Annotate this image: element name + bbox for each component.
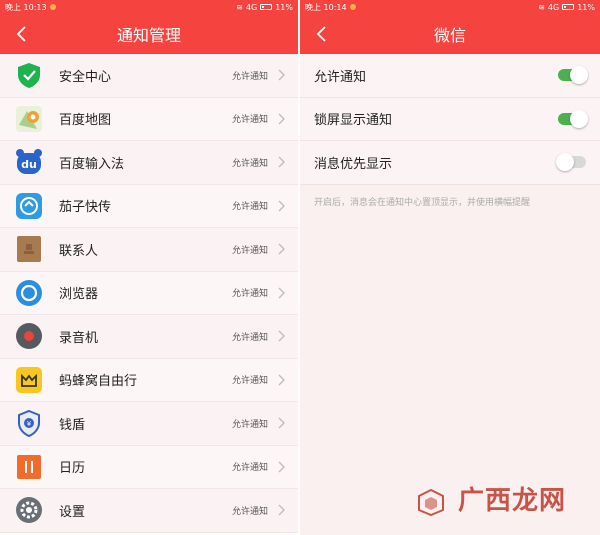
gear-icon bbox=[15, 496, 43, 524]
notification-dot-icon bbox=[349, 4, 356, 10]
du-keyboard-icon: du bbox=[15, 148, 43, 176]
list-item[interactable]: 茄子快传 允许通知 bbox=[0, 184, 298, 228]
toggle-switch[interactable] bbox=[556, 153, 586, 172]
app-name: 日历 bbox=[59, 461, 86, 477]
wechat-notification-screen: 晚上 10:14 ≋ 4G 11% 微信 允许通知锁屏显示通知 消息优先显示 开启… bbox=[300, 0, 600, 535]
app-name: 设置 bbox=[59, 504, 86, 520]
chevron-right-icon bbox=[278, 461, 285, 473]
notification-management-screen: 晚上 10:13 ≋ 4G 11% 通知管理 安全中心 允许通知 百度地图 允许通知 d… bbox=[0, 0, 298, 535]
chevron-right-icon bbox=[278, 287, 285, 299]
notification-status: 允许通知 bbox=[231, 158, 268, 169]
toggle-knob bbox=[570, 109, 588, 128]
chevron-right-icon bbox=[278, 504, 285, 516]
notification-dot-icon bbox=[49, 4, 56, 10]
chevron-right-icon bbox=[278, 374, 285, 386]
notification-status: 允许通知 bbox=[231, 332, 268, 343]
toggle-switch[interactable] bbox=[558, 109, 588, 128]
app-name: 百度输入法 bbox=[59, 156, 125, 172]
svg-text:du: du bbox=[21, 158, 37, 171]
toggle-switch[interactable] bbox=[558, 66, 588, 85]
chevron-right-icon bbox=[278, 330, 285, 342]
shield-check-icon bbox=[15, 61, 43, 89]
header: 微信 bbox=[300, 14, 600, 54]
app-name: 浏览器 bbox=[59, 287, 99, 303]
app-name: 联系人 bbox=[59, 243, 99, 259]
notification-status: 允许通知 bbox=[231, 202, 268, 213]
status-bar: 晚上 10:14 ≋ 4G 11% bbox=[300, 0, 600, 14]
notification-status: 允许通知 bbox=[231, 419, 268, 430]
signal-label: 4G bbox=[547, 2, 560, 12]
signal-label: 4G bbox=[245, 2, 258, 12]
watermark: 广西龙网 bbox=[416, 480, 566, 517]
list-item[interactable]: du 百度输入法 允许通知 bbox=[0, 141, 298, 185]
record-icon bbox=[15, 322, 43, 350]
chevron-right-icon bbox=[278, 243, 285, 255]
page-title: 通知管理 bbox=[116, 26, 181, 45]
app-name: 茄子快传 bbox=[59, 200, 112, 216]
toggle-knob bbox=[556, 153, 574, 172]
notification-status: 允许通知 bbox=[231, 115, 268, 126]
battery-icon bbox=[260, 4, 273, 10]
list-item[interactable]: 浏览器 允许通知 bbox=[0, 271, 298, 315]
list-item[interactable]: ¥ 钱盾 允许通知 bbox=[0, 402, 298, 446]
settings-row: 允许通知 bbox=[300, 54, 600, 98]
wifi-icon: ≋ bbox=[236, 2, 243, 12]
notification-status: 允许通知 bbox=[231, 289, 268, 300]
list-item[interactable]: 安全中心 允许通知 bbox=[0, 54, 298, 98]
calendar-icon bbox=[15, 453, 43, 481]
list-item[interactable]: 日历 允许通知 bbox=[0, 445, 298, 489]
app-name: 录音机 bbox=[59, 330, 99, 346]
money-shield-icon: ¥ bbox=[15, 409, 43, 438]
notification-status: 允许通知 bbox=[231, 245, 268, 256]
list-item[interactable]: 百度地图 允许通知 bbox=[0, 97, 298, 141]
setting-label: 消息优先显示 bbox=[314, 156, 393, 172]
back-arrow-icon[interactable] bbox=[12, 24, 32, 44]
header: 通知管理 bbox=[0, 14, 298, 54]
notification-status: 允许通知 bbox=[231, 463, 268, 474]
chevron-right-icon bbox=[278, 200, 285, 212]
toggle-knob bbox=[570, 66, 588, 85]
list-item[interactable]: 设置 允许通知 bbox=[0, 489, 298, 533]
page-title: 微信 bbox=[433, 26, 466, 45]
chevron-right-icon bbox=[278, 156, 285, 168]
list-item[interactable]: 录音机 允许通知 bbox=[0, 315, 298, 359]
app-name: 安全中心 bbox=[59, 69, 112, 85]
app-list: 安全中心 允许通知 百度地图 允许通知 du 百度输入法 允许通知 茄子快传 允许通知 联系人 允许… bbox=[0, 54, 298, 533]
browser-circle-icon bbox=[15, 279, 43, 307]
setting-label: 锁屏显示通知 bbox=[314, 113, 393, 129]
app-name: 钱盾 bbox=[59, 417, 86, 433]
wifi-icon: ≋ bbox=[538, 2, 545, 12]
map-pin-icon bbox=[15, 105, 43, 133]
notification-status: 允许通知 bbox=[231, 506, 268, 517]
settings-list: 允许通知锁屏显示通知 消息优先显示 bbox=[300, 54, 600, 185]
chevron-right-icon bbox=[278, 113, 285, 125]
battery-level: 11% bbox=[577, 2, 595, 12]
mafengwo-icon bbox=[15, 366, 43, 394]
watermark-text: 广西龙网 bbox=[457, 486, 566, 516]
app-name: 蚂蜂窝自由行 bbox=[59, 374, 138, 390]
transfer-arrows-icon bbox=[15, 192, 43, 220]
app-name: 百度地图 bbox=[59, 113, 112, 129]
status-bar: 晚上 10:13 ≋ 4G 11% bbox=[0, 0, 298, 14]
logo-icon bbox=[417, 488, 444, 516]
list-item[interactable]: 联系人 允许通知 bbox=[0, 228, 298, 272]
setting-label: 允许通知 bbox=[314, 69, 367, 85]
status-time: 晚上 10:14 bbox=[305, 2, 347, 12]
svg-text:¥: ¥ bbox=[27, 420, 32, 428]
notification-status: 允许通知 bbox=[231, 376, 268, 387]
chevron-right-icon bbox=[278, 417, 285, 429]
settings-row: 锁屏显示通知 bbox=[300, 97, 600, 141]
notification-status: 允许通知 bbox=[231, 71, 268, 82]
priority-hint-text: 开启后，消息会在通知中心置顶显示，并使用横幅提醒 bbox=[314, 197, 531, 208]
settings-row: 消息优先显示 bbox=[300, 141, 600, 185]
battery-icon bbox=[562, 4, 575, 10]
battery-level: 11% bbox=[275, 2, 293, 12]
list-item[interactable]: 蚂蜂窝自由行 允许通知 bbox=[0, 358, 298, 402]
status-time: 晚上 10:13 bbox=[5, 2, 47, 12]
chevron-right-icon bbox=[278, 69, 285, 81]
contact-book-icon bbox=[15, 235, 43, 263]
back-arrow-icon[interactable] bbox=[312, 24, 332, 44]
